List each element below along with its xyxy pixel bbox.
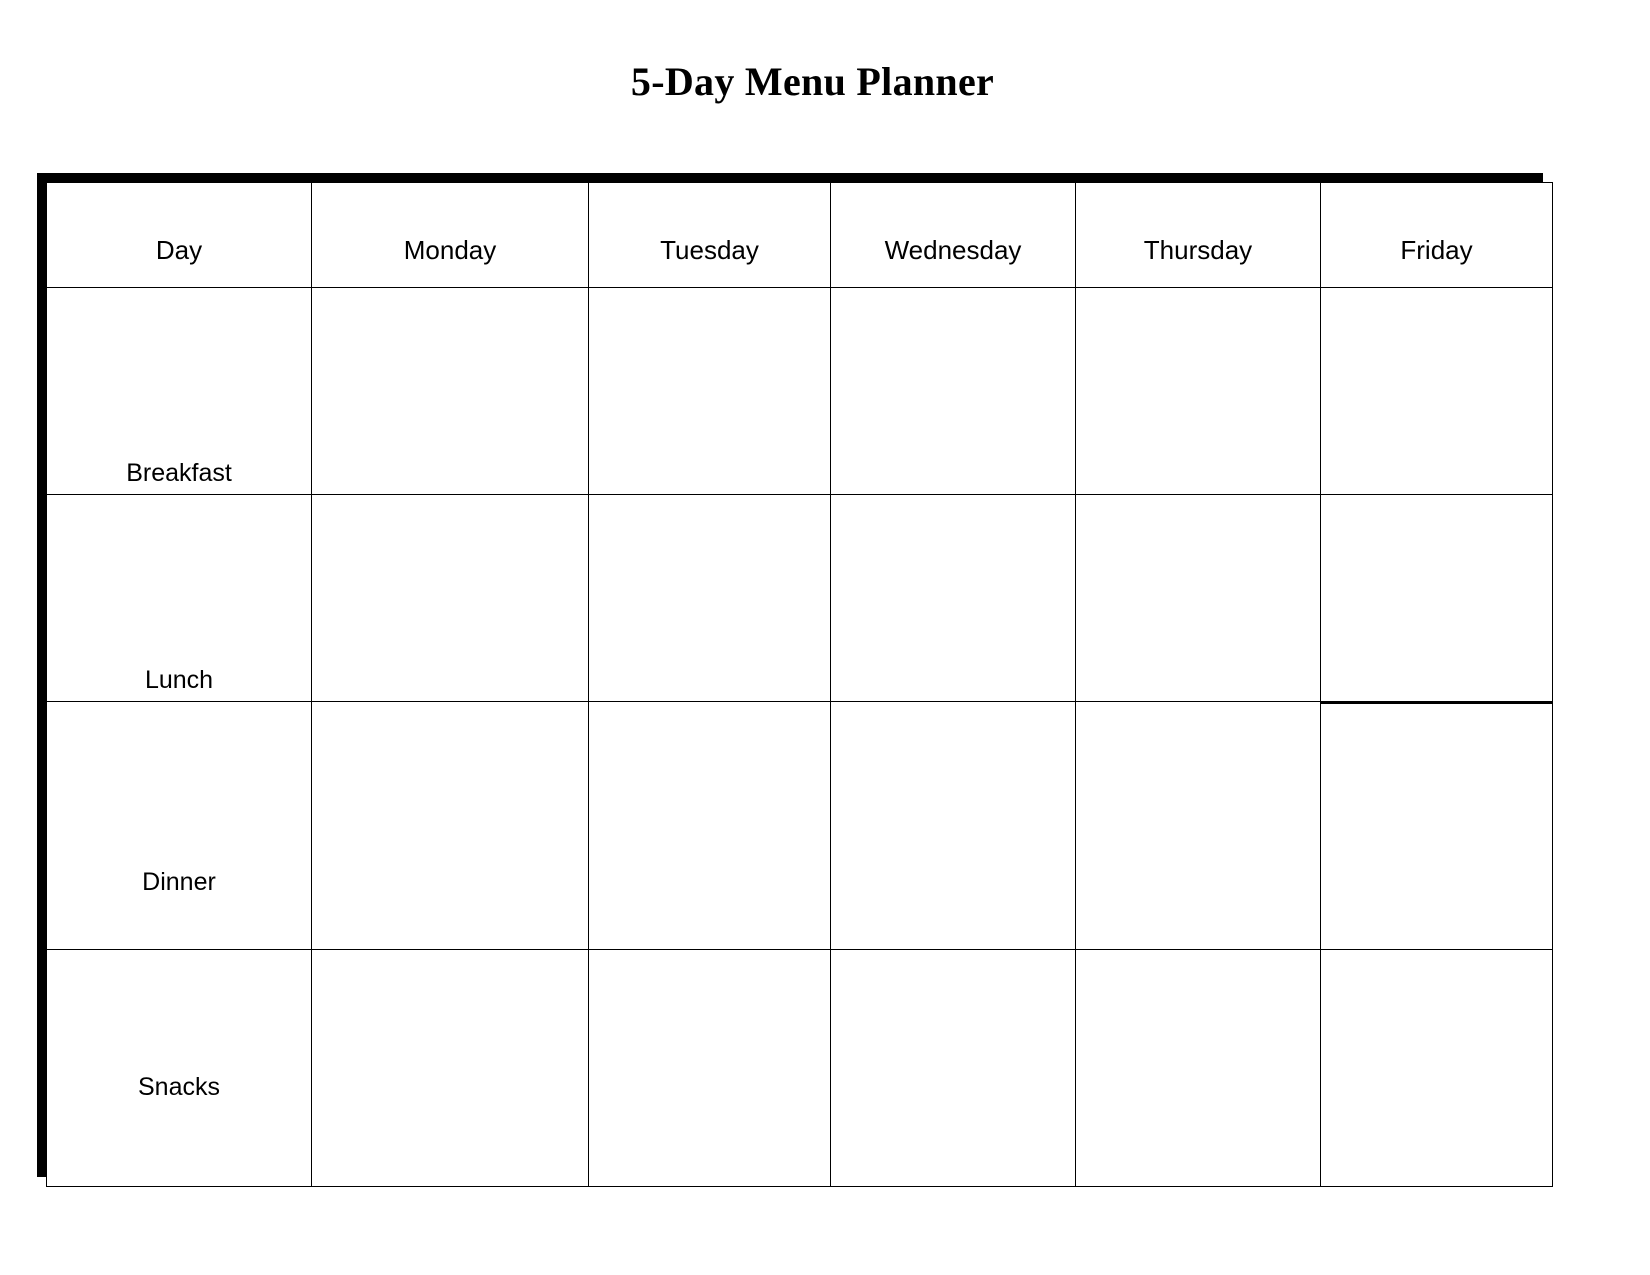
cell-snacks-friday[interactable] <box>1320 949 1553 1187</box>
table-header-row: Day Monday Tuesday Wednesday Thursday Fr… <box>46 182 1553 288</box>
column-header-tuesday: Tuesday <box>588 182 831 288</box>
cell-snacks-tuesday[interactable] <box>588 949 831 1187</box>
table-row: Dinner <box>46 701 1553 950</box>
cell-lunch-thursday[interactable] <box>1075 494 1321 702</box>
cell-dinner-friday[interactable] <box>1320 701 1553 950</box>
cell-dinner-tuesday[interactable] <box>588 701 831 950</box>
row-header-snacks: Snacks <box>46 949 312 1187</box>
table-row: Snacks <box>46 949 1553 1187</box>
cell-snacks-monday[interactable] <box>311 949 589 1187</box>
table-row: Breakfast <box>46 287 1553 495</box>
row-header-dinner: Dinner <box>46 701 312 950</box>
column-header-day: Day <box>46 182 312 288</box>
column-header-wednesday: Wednesday <box>830 182 1076 288</box>
cell-lunch-tuesday[interactable] <box>588 494 831 702</box>
cell-breakfast-monday[interactable] <box>311 287 589 495</box>
cell-breakfast-wednesday[interactable] <box>830 287 1076 495</box>
page-canvas: 5-Day Menu Planner Day Monday Tuesday We… <box>0 0 1650 1275</box>
cell-lunch-wednesday[interactable] <box>830 494 1076 702</box>
table-row: Lunch <box>46 494 1554 705</box>
column-header-monday: Monday <box>311 182 589 288</box>
cell-dinner-monday[interactable] <box>311 701 589 950</box>
cell-snacks-thursday[interactable] <box>1075 949 1321 1187</box>
row-header-lunch: Lunch <box>46 494 312 702</box>
page-title: 5-Day Menu Planner <box>630 59 995 104</box>
column-header-thursday: Thursday <box>1075 182 1321 288</box>
menu-planner-table-frame: Day Monday Tuesday Wednesday Thursday Fr… <box>37 173 1554 1187</box>
cell-snacks-wednesday[interactable] <box>830 949 1076 1187</box>
cell-dinner-wednesday[interactable] <box>830 701 1076 950</box>
cell-lunch-monday[interactable] <box>311 494 589 702</box>
cell-lunch-friday[interactable] <box>1320 494 1554 705</box>
cell-breakfast-tuesday[interactable] <box>588 287 831 495</box>
cell-breakfast-friday[interactable] <box>1320 287 1553 495</box>
cell-breakfast-thursday[interactable] <box>1075 287 1321 495</box>
row-header-breakfast: Breakfast <box>46 287 312 495</box>
menu-planner-table: Day Monday Tuesday Wednesday Thursday Fr… <box>46 182 1554 1187</box>
cell-dinner-thursday[interactable] <box>1075 701 1321 950</box>
column-header-friday: Friday <box>1320 182 1553 288</box>
